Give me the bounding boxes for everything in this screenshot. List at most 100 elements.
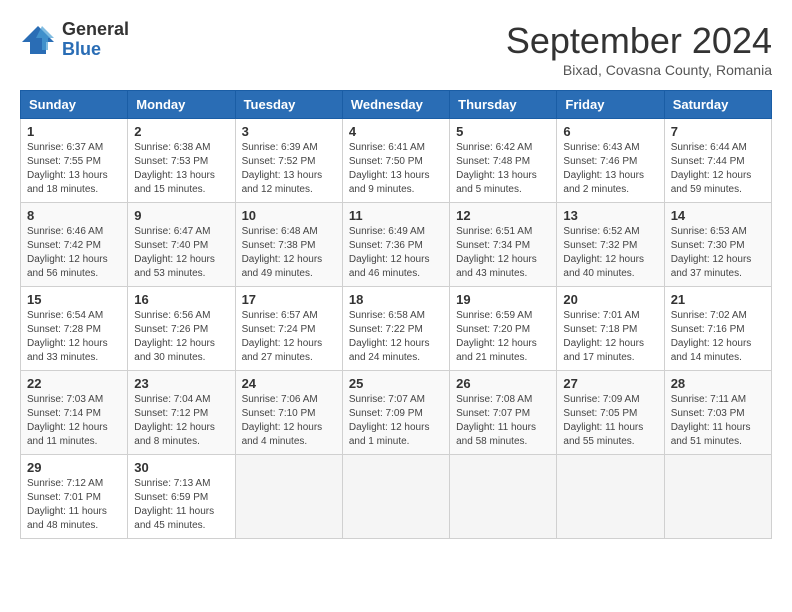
calendar-cell: 12Sunrise: 6:51 AMSunset: 7:34 PMDayligh… [450,203,557,287]
day-info: Sunrise: 7:03 AMSunset: 7:14 PMDaylight:… [27,393,121,449]
week-row-1: 1 Sunrise: 6:37 AMSunset: 7:55 PMDaylight… [21,119,772,203]
day-number: 7 [671,124,765,139]
weekday-header-row: SundayMondayTuesdayWednesdayThursdayFrid… [21,91,772,119]
calendar-cell [450,455,557,539]
day-number: 25 [349,376,443,391]
day-info: Sunrise: 7:09 AMSunset: 7:05 PMDaylight:… [563,393,657,449]
day-number: 29 [27,460,121,475]
calendar-cell: 25 Sunrise: 7:07 AMSunset: 7:09 PMDayligh… [342,371,449,455]
title-area: September 2024 Bixad, Covasna County, Ro… [506,20,772,78]
calendar-cell: 7 Sunrise: 6:44 AMSunset: 7:44 PMDaylight… [664,119,771,203]
calendar-cell [557,455,664,539]
day-number: 21 [671,292,765,307]
logo-text: General Blue [62,20,129,60]
day-info: Sunrise: 7:06 AMSunset: 7:10 PMDaylight:… [242,393,336,449]
calendar-cell: 3 Sunrise: 6:39 AMSunset: 7:52 PMDaylight… [235,119,342,203]
day-number: 28 [671,376,765,391]
weekday-header-monday: Monday [128,91,235,119]
header: General Blue September 2024 Bixad, Covas… [20,20,772,78]
calendar-cell [235,455,342,539]
day-number: 11 [349,208,443,223]
day-info: Sunrise: 6:48 AMSunset: 7:38 PMDaylight:… [242,225,336,281]
calendar-cell: 21 Sunrise: 7:02 AMSunset: 7:16 PMDayligh… [664,287,771,371]
calendar-cell: 15 Sunrise: 6:54 AMSunset: 7:28 PMDayligh… [21,287,128,371]
calendar-cell: 9Sunrise: 6:47 AMSunset: 7:40 PMDaylight… [128,203,235,287]
calendar-cell: 1 Sunrise: 6:37 AMSunset: 7:55 PMDaylight… [21,119,128,203]
calendar-cell: 5Sunrise: 6:42 AMSunset: 7:48 PMDaylight… [450,119,557,203]
day-number: 18 [349,292,443,307]
calendar-cell: 28 Sunrise: 7:11 AMSunset: 7:03 PMDayligh… [664,371,771,455]
day-number: 2 [134,124,228,139]
calendar-cell: 29 Sunrise: 7:12 AMSunset: 7:01 PMDayligh… [21,455,128,539]
day-number: 13 [563,208,657,223]
day-info: Sunrise: 7:12 AMSunset: 7:01 PMDaylight:… [27,477,121,533]
day-number: 20 [563,292,657,307]
month-title: September 2024 [506,20,772,62]
day-number: 14 [671,208,765,223]
day-info: Sunrise: 7:11 AMSunset: 7:03 PMDaylight:… [671,393,765,449]
calendar-cell: 27 Sunrise: 7:09 AMSunset: 7:05 PMDayligh… [557,371,664,455]
day-number: 24 [242,376,336,391]
week-row-5: 29 Sunrise: 7:12 AMSunset: 7:01 PMDayligh… [21,455,772,539]
day-number: 27 [563,376,657,391]
day-info: Sunrise: 6:56 AMSunset: 7:26 PMDaylight:… [134,309,228,365]
day-info: Sunrise: 6:54 AMSunset: 7:28 PMDaylight:… [27,309,121,365]
day-info: Sunrise: 6:53 AMSunset: 7:30 PMDaylight:… [671,225,765,281]
day-info: Sunrise: 6:43 AMSunset: 7:46 PMDaylight:… [563,141,657,197]
calendar-cell: 13 Sunrise: 6:52 AMSunset: 7:32 PMDayligh… [557,203,664,287]
day-number: 10 [242,208,336,223]
calendar-table: SundayMondayTuesdayWednesdayThursdayFrid… [20,90,772,539]
day-info: Sunrise: 7:01 AMSunset: 7:18 PMDaylight:… [563,309,657,365]
week-row-3: 15 Sunrise: 6:54 AMSunset: 7:28 PMDayligh… [21,287,772,371]
weekday-header-wednesday: Wednesday [342,91,449,119]
day-number: 3 [242,124,336,139]
calendar-cell [342,455,449,539]
day-number: 22 [27,376,121,391]
day-info: Sunrise: 6:52 AMSunset: 7:32 PMDaylight:… [563,225,657,281]
logo-general: General [62,20,129,40]
calendar-cell: 19 Sunrise: 6:59 AMSunset: 7:20 PMDayligh… [450,287,557,371]
calendar-cell: 8Sunrise: 6:46 AMSunset: 7:42 PMDaylight… [21,203,128,287]
day-info: Sunrise: 6:49 AMSunset: 7:36 PMDaylight:… [349,225,443,281]
day-info: Sunrise: 6:37 AMSunset: 7:55 PMDaylight:… [27,141,121,197]
day-number: 17 [242,292,336,307]
calendar-cell: 23 Sunrise: 7:04 AMSunset: 7:12 PMDayligh… [128,371,235,455]
calendar-cell: 11 Sunrise: 6:49 AMSunset: 7:36 PMDayligh… [342,203,449,287]
day-number: 23 [134,376,228,391]
day-number: 4 [349,124,443,139]
day-info: Sunrise: 6:39 AMSunset: 7:52 PMDaylight:… [242,141,336,197]
day-info: Sunrise: 6:41 AMSunset: 7:50 PMDaylight:… [349,141,443,197]
calendar-cell: 14 Sunrise: 6:53 AMSunset: 7:30 PMDayligh… [664,203,771,287]
day-info: Sunrise: 6:58 AMSunset: 7:22 PMDaylight:… [349,309,443,365]
logo-blue: Blue [62,40,129,60]
day-number: 30 [134,460,228,475]
day-info: Sunrise: 6:42 AMSunset: 7:48 PMDaylight:… [456,141,550,197]
calendar-cell: 17 Sunrise: 6:57 AMSunset: 7:24 PMDayligh… [235,287,342,371]
calendar-cell: 30 Sunrise: 7:13 AMSunset: 6:59 PMDayligh… [128,455,235,539]
calendar-cell: 2 Sunrise: 6:38 AMSunset: 7:53 PMDaylight… [128,119,235,203]
logo: General Blue [20,20,129,60]
day-info: Sunrise: 6:47 AMSunset: 7:40 PMDaylight:… [134,225,228,281]
day-number: 19 [456,292,550,307]
day-info: Sunrise: 6:59 AMSunset: 7:20 PMDaylight:… [456,309,550,365]
calendar-cell: 24 Sunrise: 7:06 AMSunset: 7:10 PMDayligh… [235,371,342,455]
weekday-header-sunday: Sunday [21,91,128,119]
day-info: Sunrise: 6:44 AMSunset: 7:44 PMDaylight:… [671,141,765,197]
day-info: Sunrise: 7:13 AMSunset: 6:59 PMDaylight:… [134,477,228,533]
day-number: 6 [563,124,657,139]
week-row-4: 22 Sunrise: 7:03 AMSunset: 7:14 PMDayligh… [21,371,772,455]
day-number: 1 [27,124,121,139]
day-info: Sunrise: 7:07 AMSunset: 7:09 PMDaylight:… [349,393,443,449]
calendar-cell: 16Sunrise: 6:56 AMSunset: 7:26 PMDayligh… [128,287,235,371]
calendar-cell: 18 Sunrise: 6:58 AMSunset: 7:22 PMDayligh… [342,287,449,371]
day-info: Sunrise: 7:08 AMSunset: 7:07 PMDaylight:… [456,393,550,449]
day-info: Sunrise: 6:57 AMSunset: 7:24 PMDaylight:… [242,309,336,365]
day-info: Sunrise: 7:02 AMSunset: 7:16 PMDaylight:… [671,309,765,365]
calendar-cell: 22 Sunrise: 7:03 AMSunset: 7:14 PMDayligh… [21,371,128,455]
day-number: 12 [456,208,550,223]
day-number: 15 [27,292,121,307]
weekday-header-tuesday: Tuesday [235,91,342,119]
day-info: Sunrise: 7:04 AMSunset: 7:12 PMDaylight:… [134,393,228,449]
weekday-header-friday: Friday [557,91,664,119]
day-info: Sunrise: 6:38 AMSunset: 7:53 PMDaylight:… [134,141,228,197]
